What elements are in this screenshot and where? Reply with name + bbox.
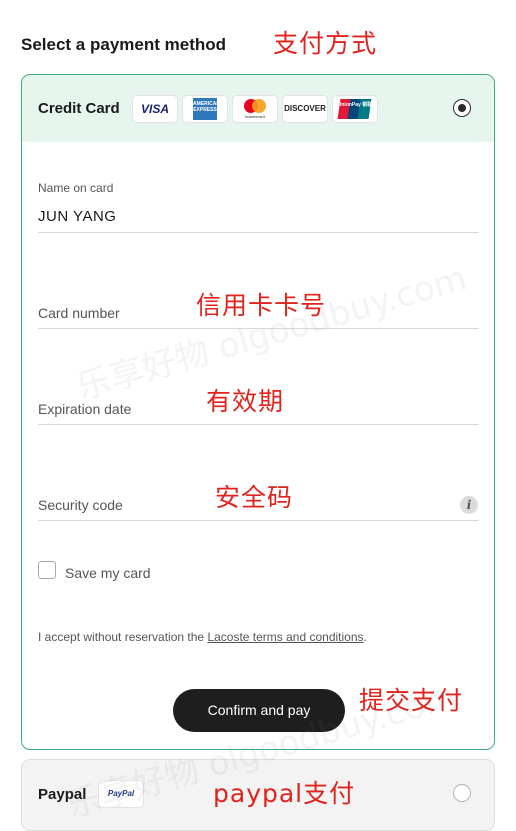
card-number-input[interactable]: Card number	[38, 305, 120, 321]
annotation-security: 安全码	[215, 483, 294, 512]
annotation-expiration: 有效期	[206, 387, 285, 416]
terms-link[interactable]: Lacoste terms and conditions	[207, 630, 363, 644]
annotation-submit: 提交支付	[359, 686, 464, 715]
save-card-checkbox[interactable]	[38, 561, 56, 579]
paypal-label: Paypal	[38, 786, 87, 803]
radio-selected-icon	[457, 103, 466, 112]
visa-logo: VISA	[133, 96, 177, 122]
security-code-input[interactable]: Security code	[38, 497, 123, 513]
terms-suffix: .	[363, 630, 367, 644]
annotation-paypal: paypal支付	[213, 779, 356, 808]
terms-text: I accept without reservation the Lacoste…	[38, 630, 367, 644]
name-on-card-label: Name on card	[38, 181, 114, 195]
discover-logo: DISCOVER	[283, 96, 327, 122]
unionpay-logo: UnionPay 银联	[333, 96, 377, 122]
divider	[38, 424, 479, 425]
confirm-and-pay-button[interactable]: Confirm and pay	[173, 689, 345, 732]
terms-prefix: I accept without reservation the	[38, 630, 208, 644]
mastercard-logo: mastercard	[233, 96, 277, 122]
page-title: Select a payment method	[21, 35, 227, 54]
divider	[38, 520, 479, 521]
amex-logo: AMERICAN EXPRESS	[183, 96, 227, 122]
annotation-card-number: 信用卡卡号	[196, 291, 327, 320]
credit-card-label: Credit Card	[38, 100, 120, 117]
paypal-logo: PayPal	[99, 781, 143, 807]
info-icon[interactable]: i	[460, 496, 478, 514]
expiration-date-input[interactable]: Expiration date	[38, 401, 131, 417]
credit-card-header[interactable]: Credit Card VISA AMERICAN EXPRESS master…	[22, 75, 494, 142]
paypal-radio[interactable]	[453, 784, 471, 802]
credit-card-radio[interactable]	[453, 99, 471, 117]
save-card-label[interactable]: Save my card	[65, 565, 151, 581]
annotation-payment-method: 支付方式	[273, 29, 378, 58]
name-on-card-input[interactable]: JUN YANG	[38, 208, 116, 225]
divider	[38, 232, 479, 233]
divider	[38, 328, 479, 329]
